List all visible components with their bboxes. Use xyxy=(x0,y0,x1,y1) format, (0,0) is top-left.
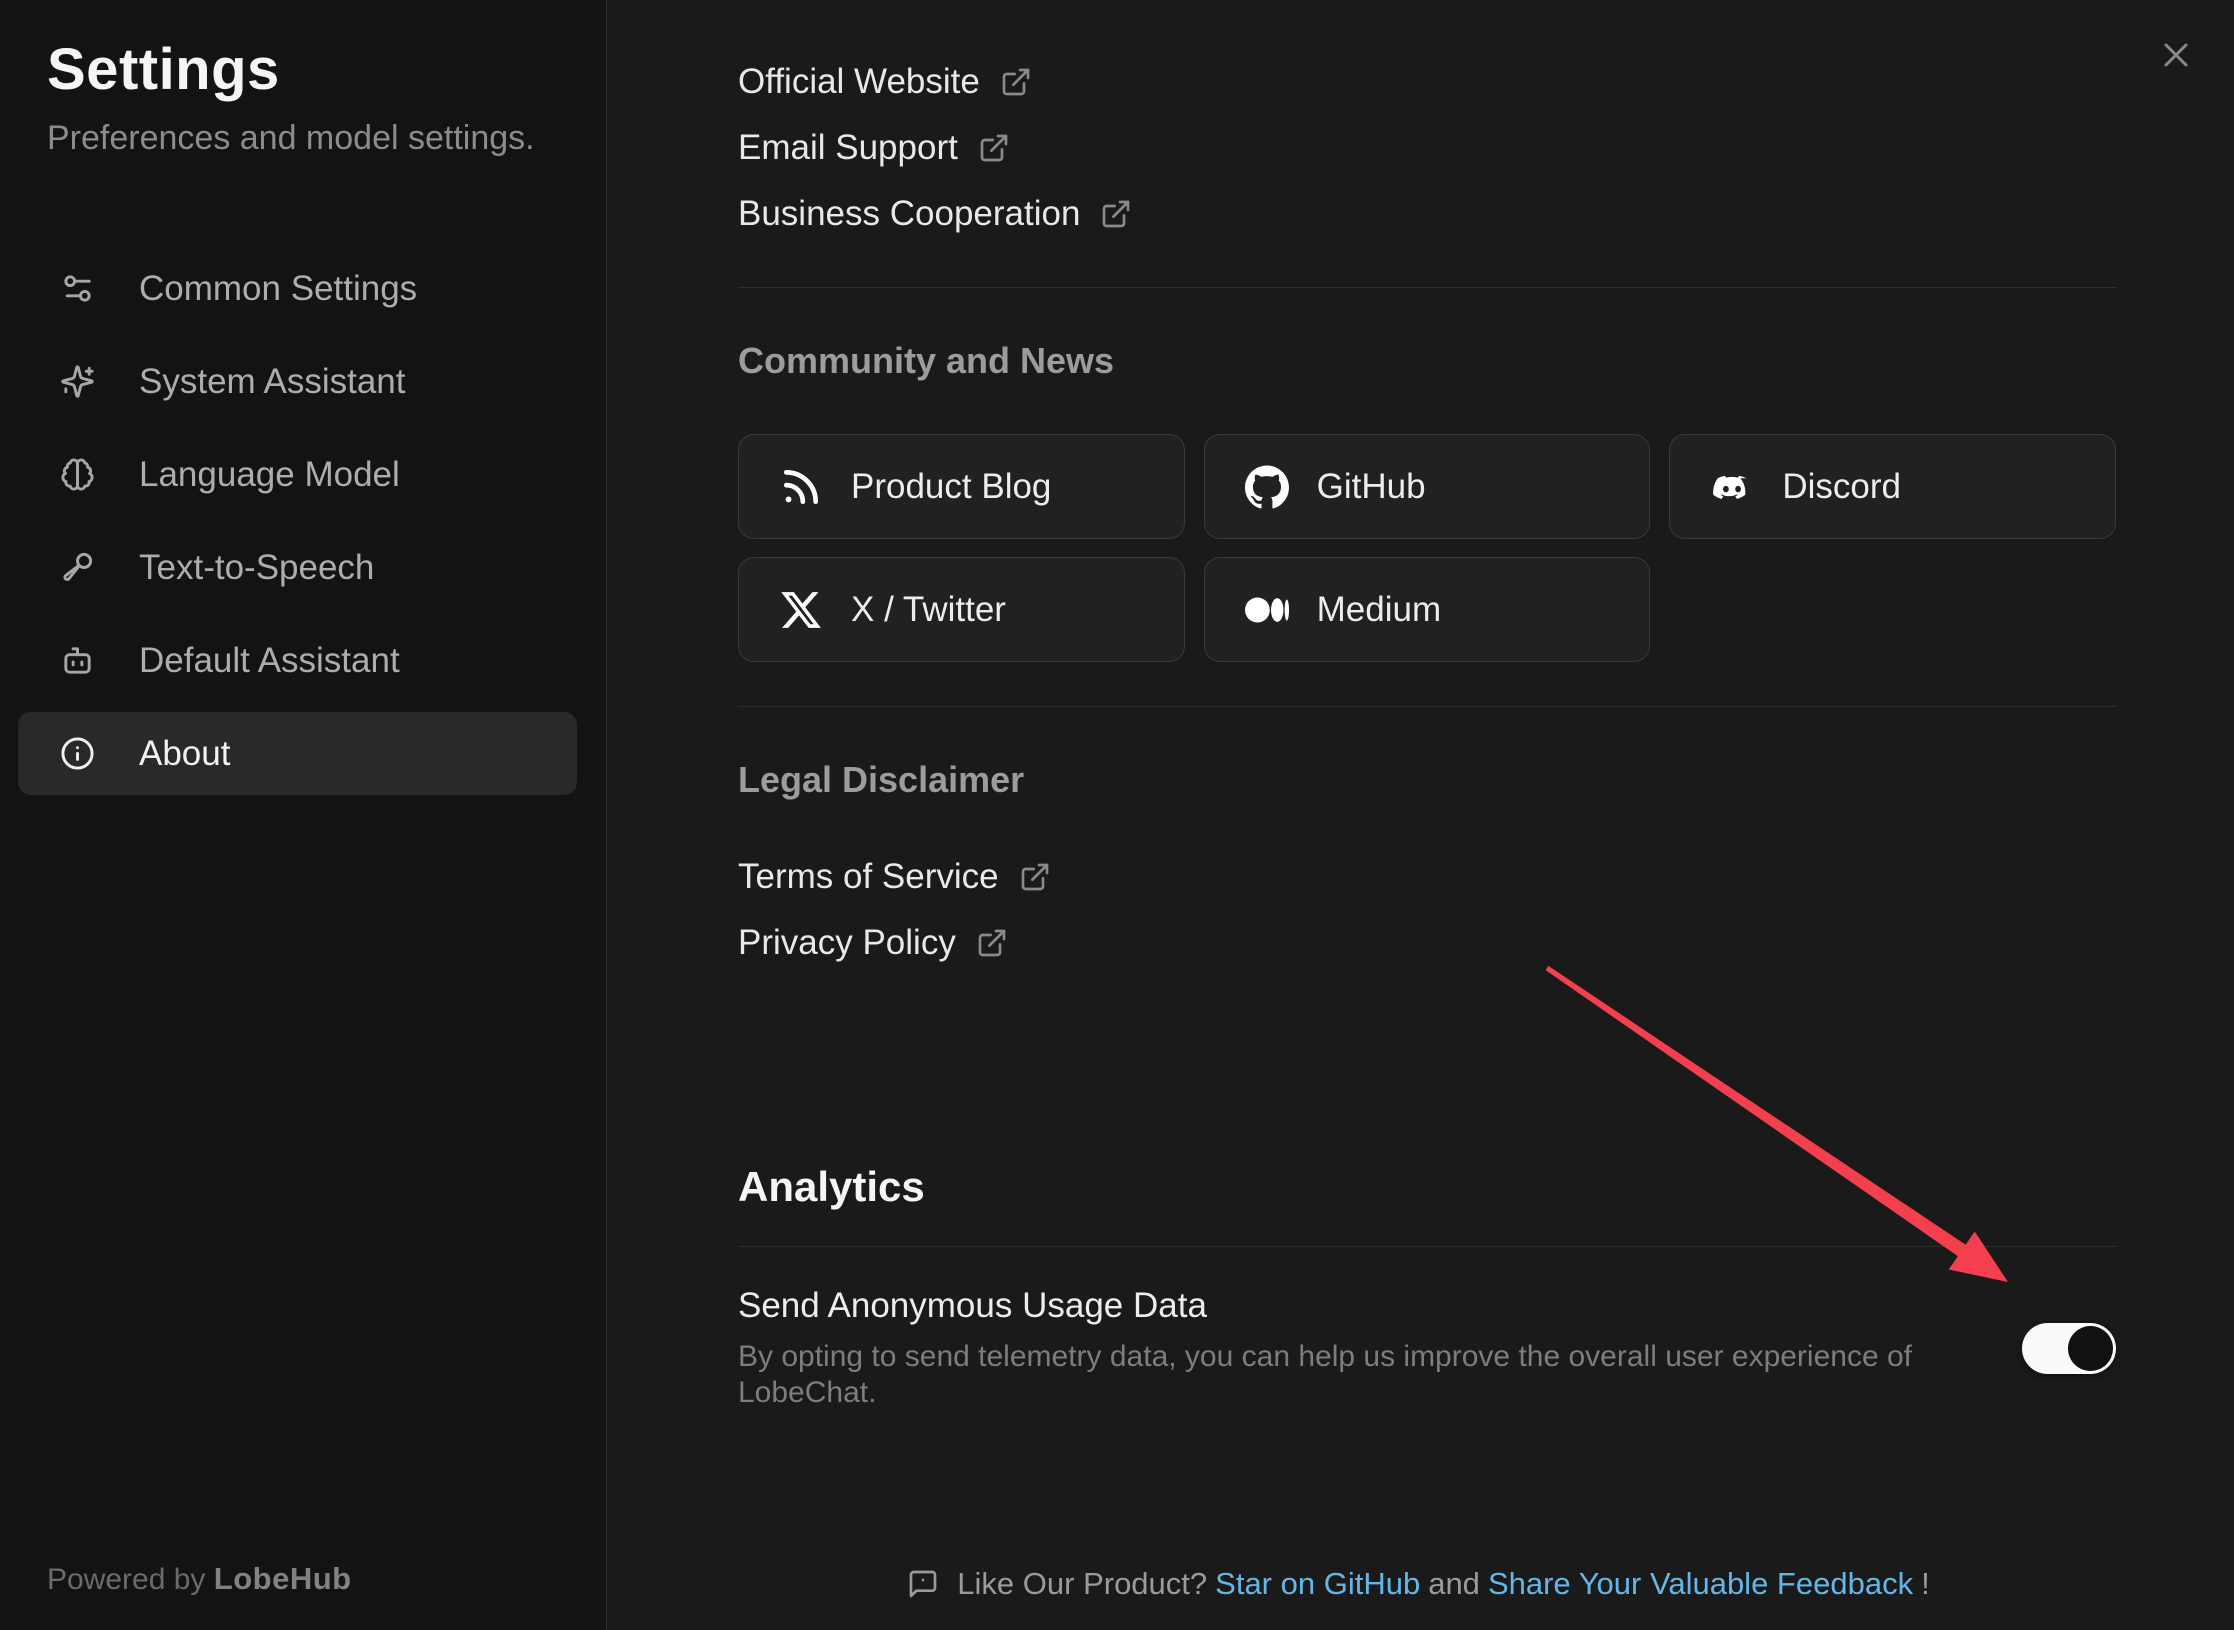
brain-icon xyxy=(60,457,95,492)
sidebar-item-common-settings[interactable]: Common Settings xyxy=(18,247,577,330)
link-label: Terms of Service xyxy=(738,857,999,897)
link-label: Business Cooperation xyxy=(738,194,1080,234)
page-title: Settings xyxy=(47,36,559,103)
sidebar-item-system-assistant[interactable]: System Assistant xyxy=(18,340,577,423)
button-label: GitHub xyxy=(1317,467,1426,507)
sidebar-item-label: Default Assistant xyxy=(139,641,400,681)
product-blog-button[interactable]: Product Blog xyxy=(738,434,1185,539)
bot-icon xyxy=(60,643,95,678)
mic-icon xyxy=(60,550,95,585)
github-button[interactable]: GitHub xyxy=(1204,434,1651,539)
feedback-message-icon xyxy=(907,1568,939,1600)
legal-links: Terms of Service Privacy Policy xyxy=(738,844,2116,976)
divider xyxy=(738,1246,2116,1247)
link-label: Privacy Policy xyxy=(738,923,956,963)
contact-links: Official Website Email Support Business … xyxy=(738,49,2116,247)
sidebar-item-language-model[interactable]: Language Model xyxy=(18,433,577,516)
sidebar-item-text-to-speech[interactable]: Text-to-Speech xyxy=(18,526,577,609)
settings-sliders-icon xyxy=(60,271,95,306)
setting-description: By opting to send telemetry data, you ca… xyxy=(738,1339,2022,1411)
medium-button[interactable]: Medium xyxy=(1204,557,1651,662)
sidebar-item-default-assistant[interactable]: Default Assistant xyxy=(18,619,577,702)
info-icon xyxy=(60,736,95,771)
sidebar-item-label: Text-to-Speech xyxy=(139,548,374,588)
toggle-knob xyxy=(2068,1326,2113,1371)
external-link-icon xyxy=(1100,198,1132,230)
footer-text: ! xyxy=(1921,1566,1930,1602)
link-label: Official Website xyxy=(738,62,980,102)
divider xyxy=(738,706,2116,707)
send-usage-data-setting: Send Anonymous Usage Data By opting to s… xyxy=(738,1285,2116,1411)
sparkles-icon xyxy=(60,364,95,399)
external-link-icon xyxy=(978,132,1010,164)
legal-heading: Legal Disclaimer xyxy=(738,757,2116,803)
sidebar-item-label: Language Model xyxy=(139,455,400,495)
send-usage-data-toggle[interactable] xyxy=(2022,1323,2116,1374)
button-label: Product Blog xyxy=(851,467,1051,507)
official-website-link[interactable]: Official Website xyxy=(738,49,1032,115)
discord-icon xyxy=(1710,465,1754,509)
sidebar-item-about[interactable]: About xyxy=(18,712,577,795)
close-button[interactable] xyxy=(2154,33,2198,77)
setting-text: Send Anonymous Usage Data By opting to s… xyxy=(738,1285,2022,1411)
community-buttons: Product Blog GitHub xyxy=(738,434,2116,662)
rss-icon xyxy=(779,465,823,509)
settings-nav: Common Settings System Assistant Languag… xyxy=(18,247,577,805)
contact-heading: Contact Us xyxy=(738,0,2116,6)
external-link-icon xyxy=(1019,861,1051,893)
button-label: Medium xyxy=(1317,590,1441,630)
external-link-icon xyxy=(1000,66,1032,98)
community-heading: Community and News xyxy=(738,338,2116,384)
terms-of-service-link[interactable]: Terms of Service xyxy=(738,844,1051,910)
powered-by-text: Powered by xyxy=(47,1563,205,1596)
settings-modal: Settings Preferences and model settings.… xyxy=(0,0,2234,1630)
button-label: X / Twitter xyxy=(851,590,1006,630)
analytics-heading: Analytics xyxy=(738,1164,2116,1210)
sidebar-item-label: Common Settings xyxy=(139,269,417,309)
discord-button[interactable]: Discord xyxy=(1669,434,2116,539)
sidebar-item-label: About xyxy=(139,734,230,774)
close-icon xyxy=(2161,40,2191,70)
sidebar-item-label: System Assistant xyxy=(139,362,405,402)
external-link-icon xyxy=(976,927,1008,959)
settings-sidebar: Settings Preferences and model settings.… xyxy=(0,0,607,1630)
page-subtitle: Preferences and model settings. xyxy=(47,119,559,158)
button-label: Discord xyxy=(1782,467,1901,507)
footer-text: and xyxy=(1428,1566,1480,1602)
divider xyxy=(738,287,2116,288)
email-support-link[interactable]: Email Support xyxy=(738,115,1010,181)
about-panel: Contact Us Official Website Email Suppor… xyxy=(607,0,2234,1630)
privacy-policy-link[interactable]: Privacy Policy xyxy=(738,910,1008,976)
star-on-github-link[interactable]: Star on GitHub xyxy=(1215,1566,1420,1602)
feedback-footer: Like Our Product? Star on GitHub and Sha… xyxy=(607,1566,2234,1602)
medium-icon xyxy=(1245,588,1289,632)
footer-text: Like Our Product? xyxy=(957,1566,1207,1602)
github-icon xyxy=(1245,465,1289,509)
share-feedback-link[interactable]: Share Your Valuable Feedback xyxy=(1488,1566,1913,1602)
powered-by: Powered by LobeHub xyxy=(47,1561,352,1597)
lobehub-logo: LobeHub xyxy=(214,1561,352,1596)
setting-label: Send Anonymous Usage Data xyxy=(738,1285,2022,1327)
x-twitter-button[interactable]: X / Twitter xyxy=(738,557,1185,662)
link-label: Email Support xyxy=(738,128,958,168)
business-cooperation-link[interactable]: Business Cooperation xyxy=(738,181,1132,247)
x-twitter-icon xyxy=(779,588,823,632)
